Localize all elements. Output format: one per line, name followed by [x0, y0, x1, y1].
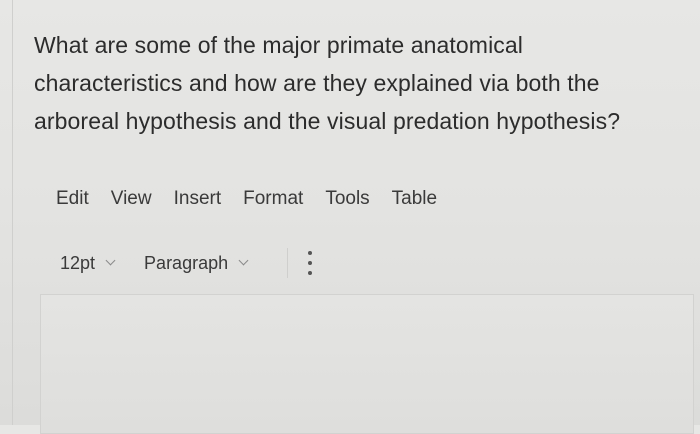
- menu-table[interactable]: Table: [392, 188, 437, 210]
- more-options-icon[interactable]: [306, 251, 314, 275]
- question-line-3: arboreal hypothesis and the visual preda…: [34, 108, 621, 134]
- block-format-value: Paragraph: [144, 252, 229, 273]
- font-size-value: 12pt: [60, 252, 96, 273]
- question-line-2: characteristics and how are they explain…: [34, 70, 600, 96]
- menu-tools[interactable]: Tools: [325, 188, 369, 210]
- menu-format[interactable]: Format: [243, 188, 303, 210]
- chevron-down-icon: [105, 255, 116, 266]
- block-format-select[interactable]: Paragraph: [144, 252, 249, 274]
- ellipsis-dot: [308, 251, 313, 255]
- chevron-down-icon: [238, 255, 249, 266]
- menu-insert[interactable]: Insert: [174, 188, 222, 210]
- rich-text-editor-area[interactable]: [40, 294, 694, 434]
- editor-toolbar: 12pt Paragraph: [60, 248, 314, 278]
- menu-view[interactable]: View: [111, 188, 152, 210]
- ellipsis-dot: [308, 261, 313, 265]
- editor-menubar: Edit View Insert Format Tools Table: [56, 188, 459, 210]
- question-line-1: What are some of the major primate anato…: [34, 32, 523, 58]
- ellipsis-dot: [308, 271, 313, 275]
- font-size-select[interactable]: 12pt: [60, 252, 116, 274]
- question-text: What are some of the major primate anato…: [34, 26, 674, 140]
- toolbar-divider: [287, 248, 289, 278]
- menu-edit[interactable]: Edit: [56, 188, 89, 210]
